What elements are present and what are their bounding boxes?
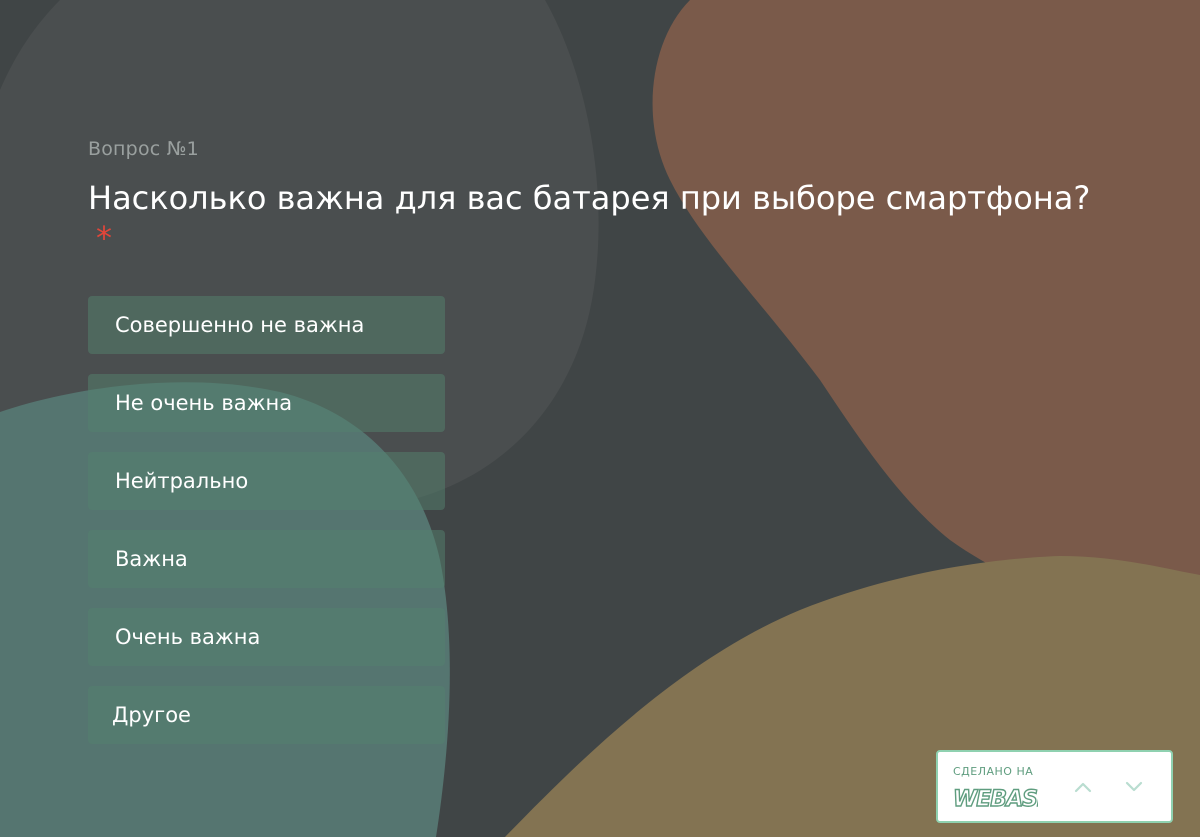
answer-option[interactable]: Не очень важна — [88, 374, 445, 432]
answer-option-other[interactable]: Другое — [88, 686, 445, 744]
question-title: Насколько важна для вас батарея при выбо… — [88, 178, 1108, 258]
chevron-up-icon[interactable] — [1070, 774, 1096, 800]
made-with-badge[interactable]: СДЕЛАНО НА WEBASK — [936, 750, 1173, 823]
required-asterisk: * — [96, 219, 112, 257]
answer-option[interactable]: Совершенно не важна — [88, 296, 445, 354]
answer-options: Совершенно не важна Не очень важна Нейтр… — [88, 296, 1108, 744]
answer-option[interactable]: Нейтрально — [88, 452, 445, 510]
answer-option-label: Другое — [112, 703, 191, 727]
webask-logo-icon: WEBASK — [952, 786, 1038, 810]
question-number: Вопрос №1 — [88, 138, 199, 160]
question-title-text: Насколько важна для вас батарея при выбо… — [88, 179, 1091, 217]
chevron-down-icon[interactable] — [1121, 774, 1147, 800]
answer-option-label: Совершенно не важна — [115, 313, 365, 337]
answer-option[interactable]: Очень важна — [88, 608, 445, 666]
webask-logo-text: WEBASK — [953, 787, 1038, 810]
answer-option-label: Очень важна — [115, 625, 261, 649]
answer-option-label: Важна — [115, 547, 188, 571]
made-with-label: СДЕЛАНО НА — [953, 765, 1034, 778]
answer-option-label: Не очень важна — [115, 391, 293, 415]
answer-option-label: Нейтрально — [115, 469, 249, 493]
survey-page: Вопрос №1 Насколько важна для вас батаре… — [0, 0, 1200, 837]
question-block: Вопрос №1 Насколько важна для вас батаре… — [88, 138, 1108, 744]
answer-option[interactable]: Важна — [88, 530, 445, 588]
